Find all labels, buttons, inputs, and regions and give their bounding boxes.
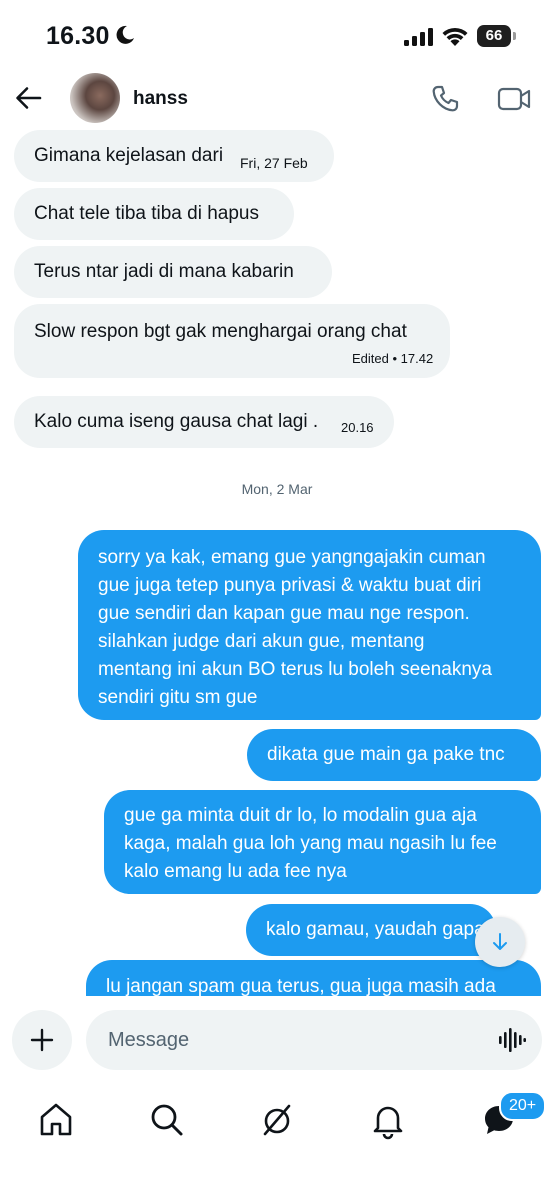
- outgoing-message[interactable]: lu jangan spam gua terus, gua juga masih…: [86, 960, 541, 996]
- message-line: mentang ini akun BO terus lu boleh seena…: [98, 659, 492, 680]
- message-text: Slow respon bgt gak menghargai orang cha…: [34, 321, 407, 342]
- message-composer: [0, 996, 554, 1086]
- message-text: Kalo cuma iseng gausa chat lagi .: [34, 411, 319, 432]
- message-line: kalo emang lu ada fee nya: [124, 861, 347, 882]
- outgoing-message[interactable]: dikata gue main ga pake tnc: [247, 729, 541, 781]
- message-input[interactable]: [108, 1010, 488, 1070]
- notifications-icon[interactable]: [368, 1100, 408, 1140]
- avatar[interactable]: [70, 73, 120, 123]
- home-icon[interactable]: [36, 1100, 76, 1140]
- incoming-message[interactable]: Kalo cuma iseng gausa chat lagi . 20.16: [14, 396, 394, 448]
- message-text: Chat tele tiba tiba di hapus: [34, 203, 259, 224]
- contact-name[interactable]: hanss: [133, 88, 188, 110]
- messages-badge: 20+: [499, 1091, 547, 1121]
- back-arrow-icon[interactable]: [14, 84, 42, 112]
- incoming-message[interactable]: Chat tele tiba tiba di hapus: [14, 188, 294, 240]
- conversation-header: hanss: [0, 70, 554, 130]
- wifi-icon: [442, 27, 468, 46]
- outgoing-message[interactable]: sorry ya kak, emang gue yangngajakin cum…: [78, 530, 541, 720]
- battery-level: 66: [477, 25, 511, 47]
- message-line: kalo gamau, yaudah gapapa: [266, 919, 496, 940]
- status-bar: 16.30 66: [0, 0, 554, 70]
- outgoing-message[interactable]: kalo gamau, yaudah gapapa: [246, 904, 496, 956]
- message-line: silahkan judge dari akun gue, mentang: [98, 631, 425, 652]
- message-line: gue sendiri dan kapan gue mau nge respon…: [98, 603, 470, 624]
- grok-icon[interactable]: [257, 1100, 297, 1140]
- message-meta: Edited • 17.42: [352, 351, 434, 366]
- message-line: kaga, malah gua loh yang mau ngasih lu f…: [124, 833, 497, 854]
- arrow-down-icon: [493, 933, 507, 950]
- message-text: Gimana kejelasan dari: [34, 145, 224, 166]
- incoming-message[interactable]: Slow respon bgt gak menghargai orang cha…: [14, 304, 450, 378]
- battery-tip: [513, 32, 516, 40]
- video-call-icon[interactable]: [497, 87, 531, 111]
- outgoing-message[interactable]: gue ga minta duit dr lo, lo modalin gua …: [104, 790, 541, 894]
- scroll-to-bottom-button[interactable]: [475, 917, 525, 967]
- date-separator: Mon, 2 Mar: [241, 481, 313, 497]
- cellular-signal-icon: [404, 28, 433, 46]
- date-chip: Fri, 27 Feb: [228, 148, 320, 178]
- message-line: dikata gue main ga pake tnc: [267, 744, 505, 765]
- message-line: sendiri gitu sm gue: [98, 687, 258, 708]
- search-icon[interactable]: [147, 1100, 187, 1140]
- incoming-message[interactable]: Terus ntar jadi di mana kabarin: [14, 246, 332, 298]
- message-time: 20.16: [341, 420, 374, 435]
- message-line: gue juga tetep punya privasi & waktu bua…: [98, 575, 482, 596]
- voice-message-icon[interactable]: [498, 1027, 526, 1053]
- moon-icon: [116, 25, 134, 44]
- attach-button[interactable]: [12, 1010, 72, 1070]
- phone-call-icon[interactable]: [430, 84, 460, 114]
- status-time: 16.30: [46, 22, 110, 50]
- message-line: gue ga minta duit dr lo, lo modalin gua …: [124, 805, 477, 826]
- message-line: lu jangan spam gua terus, gua juga masih…: [106, 976, 496, 996]
- message-field[interactable]: [86, 1010, 542, 1070]
- battery-icon: 66: [477, 25, 517, 47]
- bottom-tab-bar: [0, 1086, 554, 1200]
- message-line: sorry ya kak, emang gue yangngajakin cum…: [98, 547, 486, 568]
- message-text: Terus ntar jadi di mana kabarin: [34, 261, 294, 282]
- plus-icon: [30, 1028, 54, 1052]
